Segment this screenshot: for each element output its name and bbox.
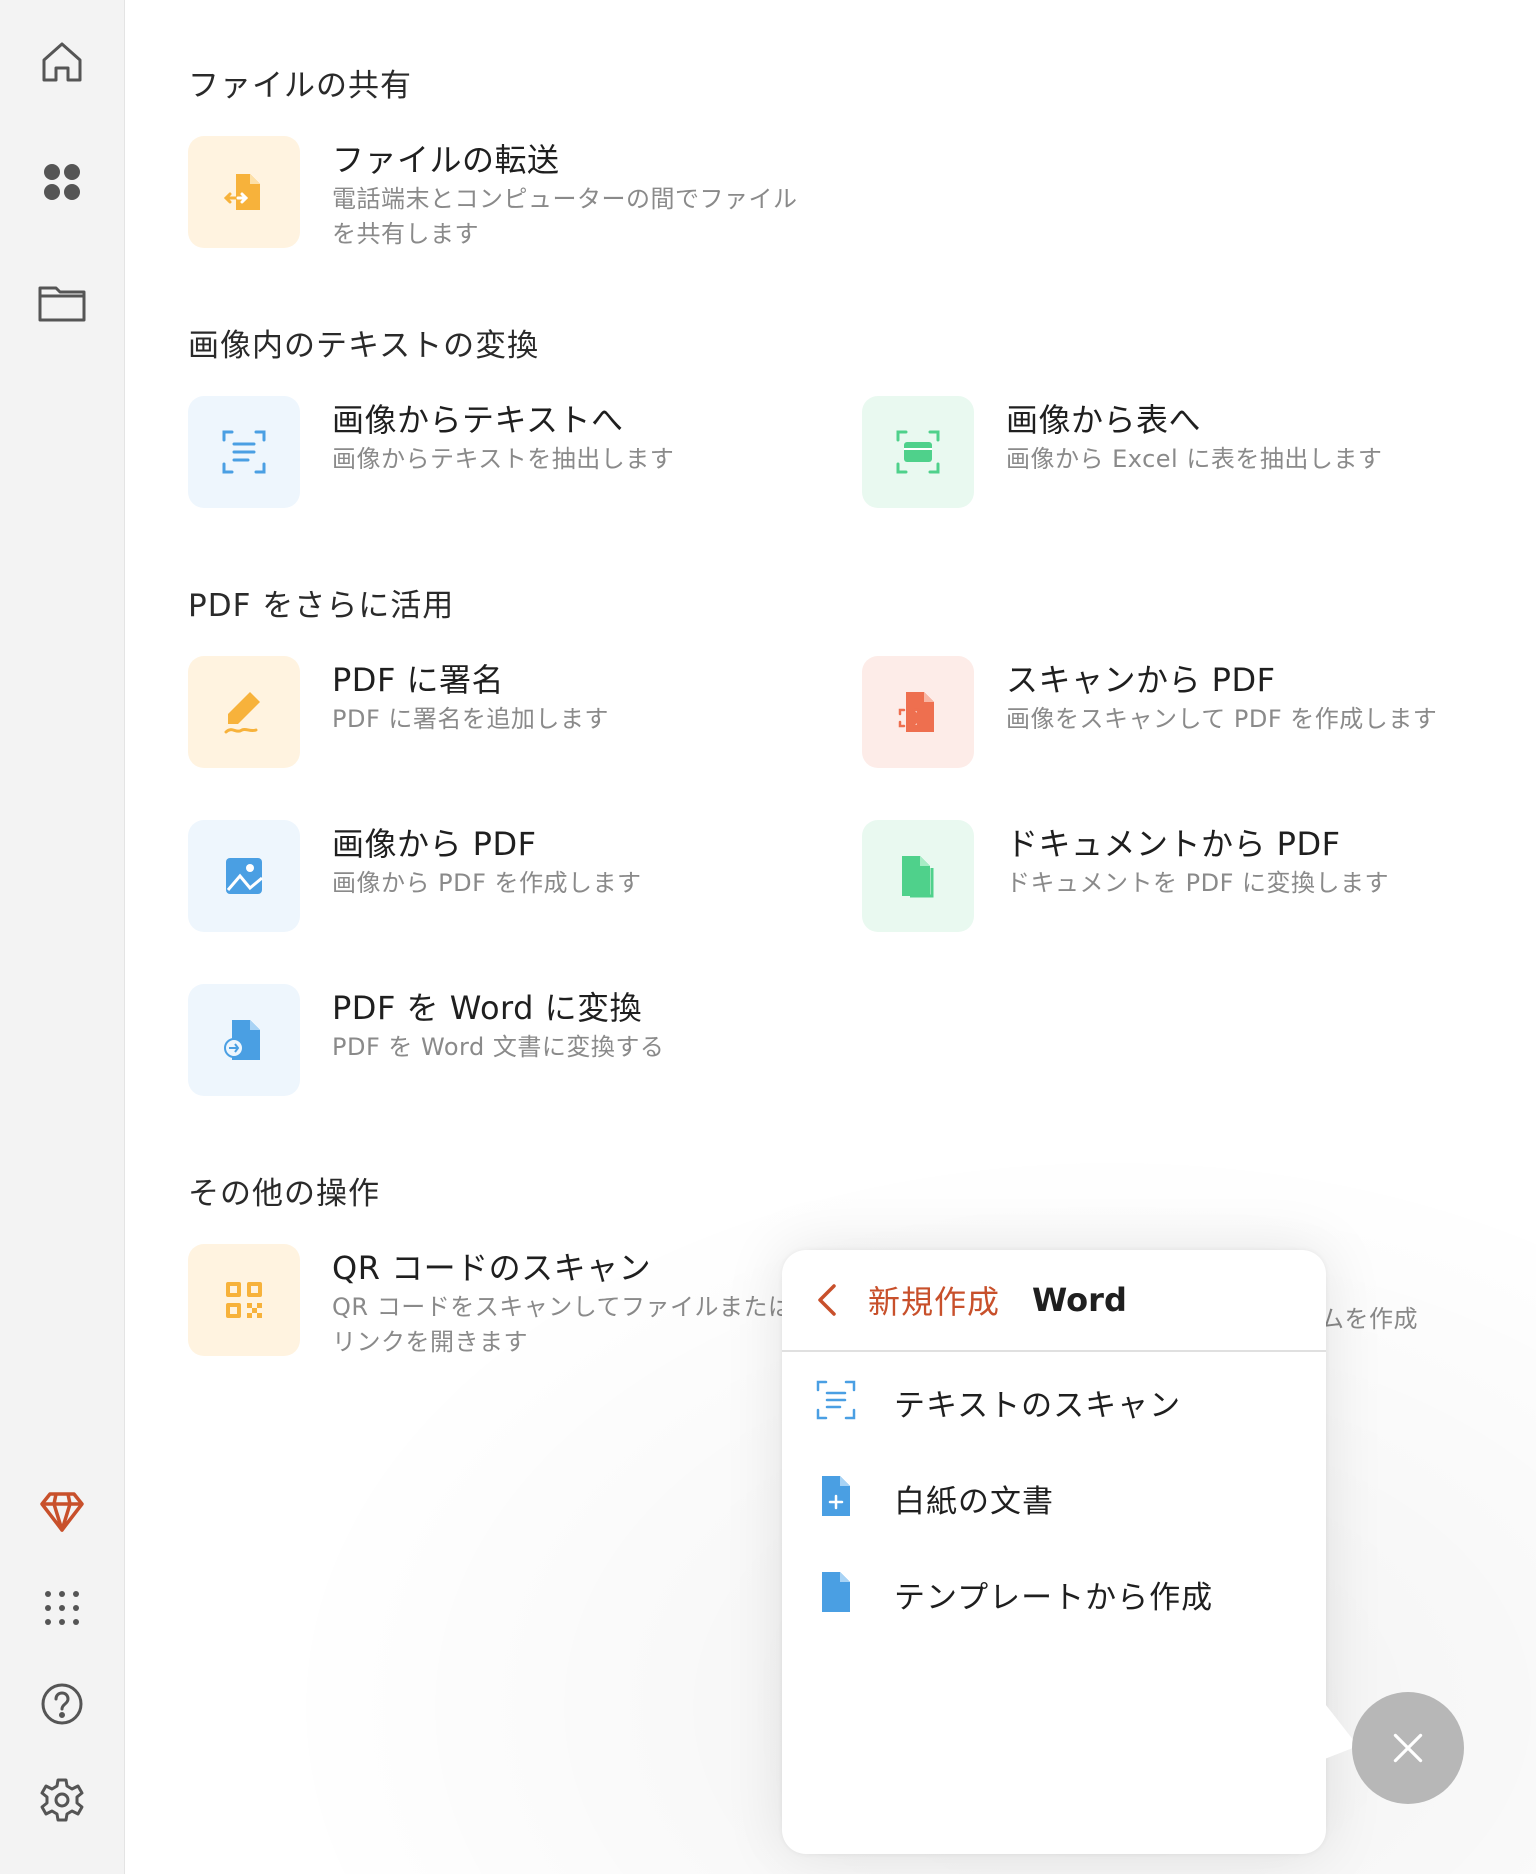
menu-label: テキストのスキャン xyxy=(894,1387,1182,1424)
folder-icon[interactable] xyxy=(32,272,92,332)
tile-desc-partial: ムを作成 xyxy=(1320,1305,1418,1333)
help-icon[interactable] xyxy=(32,1674,92,1734)
section-title-other: その他の操作 xyxy=(188,1176,380,1212)
back-chevron-icon[interactable] xyxy=(798,1270,858,1330)
document-icon xyxy=(862,820,974,932)
tile-title: PDF を Word に変換 xyxy=(332,989,643,1027)
tile-desc: QR コードをスキャンしてファイルまたは xyxy=(332,1293,793,1321)
tile-title: 画像から PDF xyxy=(332,825,537,863)
menu-item-blank-document[interactable]: 白紙の文書 xyxy=(782,1450,1326,1546)
tile-desc: 画像から PDF を作成します xyxy=(332,869,642,897)
breadcrumb-current: Word xyxy=(1032,1281,1127,1319)
tile-pdf-sign[interactable]: PDF に署名 PDF に署名を追加します xyxy=(188,656,609,768)
premium-diamond-icon[interactable] xyxy=(32,1482,92,1542)
scan-text-icon xyxy=(188,396,300,508)
section-title-image-text: 画像内のテキストの変換 xyxy=(188,328,540,364)
settings-icon[interactable] xyxy=(32,1770,92,1830)
popup-header: 新規作成 Word xyxy=(782,1250,1326,1352)
tile-desc: 画像をスキャンして PDF を作成します xyxy=(1006,705,1438,733)
tile-title: QR コードのスキャン xyxy=(332,1249,652,1287)
close-button[interactable] xyxy=(1352,1692,1464,1804)
menu-label: 白紙の文書 xyxy=(894,1483,1054,1520)
convert-icon xyxy=(188,984,300,1096)
tile-scan-to-pdf[interactable]: スキャンから PDF 画像をスキャンして PDF を作成します xyxy=(862,656,1437,768)
tile-image-to-text[interactable]: 画像からテキストへ 画像からテキストを抽出します xyxy=(188,396,674,508)
section-title-pdf: PDF をさらに活用 xyxy=(188,588,455,624)
menu-label: テンプレートから作成 xyxy=(894,1579,1214,1616)
file-transfer-icon xyxy=(188,136,300,248)
scan-text-icon xyxy=(814,1378,858,1426)
tile-desc: リンクを開きます xyxy=(332,1328,528,1356)
tile-title: ドキュメントから PDF xyxy=(1006,825,1341,863)
breadcrumb-parent[interactable]: 新規作成 xyxy=(868,1277,1000,1323)
apps-icon[interactable] xyxy=(32,152,92,212)
qr-code-icon xyxy=(188,1244,300,1356)
tile-desc: ドキュメントを PDF に変換します xyxy=(1006,869,1390,897)
signature-icon xyxy=(188,656,300,768)
tile-title: ファイルの転送 xyxy=(332,141,560,179)
tile-desc: 電話端末とコンピューターの間でファイル xyxy=(332,185,798,213)
menu-item-from-template[interactable]: テンプレートから作成 xyxy=(782,1546,1326,1642)
sidebar xyxy=(0,0,125,1874)
template-icon xyxy=(814,1570,858,1618)
tile-desc: 画像からテキストを抽出します xyxy=(332,445,675,473)
image-icon xyxy=(188,820,300,932)
tile-image-to-pdf[interactable]: 画像から PDF 画像から PDF を作成します xyxy=(188,820,642,932)
new-document-icon xyxy=(814,1474,858,1522)
more-grid-icon[interactable] xyxy=(32,1578,92,1638)
close-icon xyxy=(1393,1733,1423,1763)
tile-title: 画像から表へ xyxy=(1006,401,1202,439)
menu-item-scan-text[interactable]: テキストのスキャン xyxy=(782,1354,1326,1450)
tile-title: スキャンから PDF xyxy=(1006,661,1276,699)
tile-file-transfer[interactable]: ファイルの転送 電話端末とコンピューターの間でファイル を共有します xyxy=(188,136,798,252)
scan-table-icon xyxy=(862,396,974,508)
tile-image-to-table[interactable]: 画像から表へ 画像から Excel に表を抽出します xyxy=(862,396,1382,508)
home-icon[interactable] xyxy=(32,32,92,92)
tile-desc: PDF を Word 文書に変換する xyxy=(332,1033,665,1061)
tile-title: PDF に署名 xyxy=(332,661,505,699)
tile-doc-to-pdf[interactable]: ドキュメントから PDF ドキュメントを PDF に変換します xyxy=(862,820,1389,932)
tile-qr-scan[interactable]: QR コードのスキャン QR コードをスキャンしてファイルまたは リンクを開きま… xyxy=(188,1244,792,1360)
tile-desc: を共有します xyxy=(332,220,479,248)
new-word-popup: 新規作成 Word テキストのスキャン 白紙の文書 テンプレートから作成 xyxy=(782,1250,1326,1854)
tile-desc: PDF に署名を追加します xyxy=(332,705,609,733)
scan-pdf-icon xyxy=(862,656,974,768)
section-title-share: ファイルの共有 xyxy=(188,68,412,104)
tile-desc: 画像から Excel に表を抽出します xyxy=(1006,445,1383,473)
tile-pdf-to-word[interactable]: PDF を Word に変換 PDF を Word 文書に変換する xyxy=(188,984,664,1096)
tile-title: 画像からテキストへ xyxy=(332,401,624,439)
